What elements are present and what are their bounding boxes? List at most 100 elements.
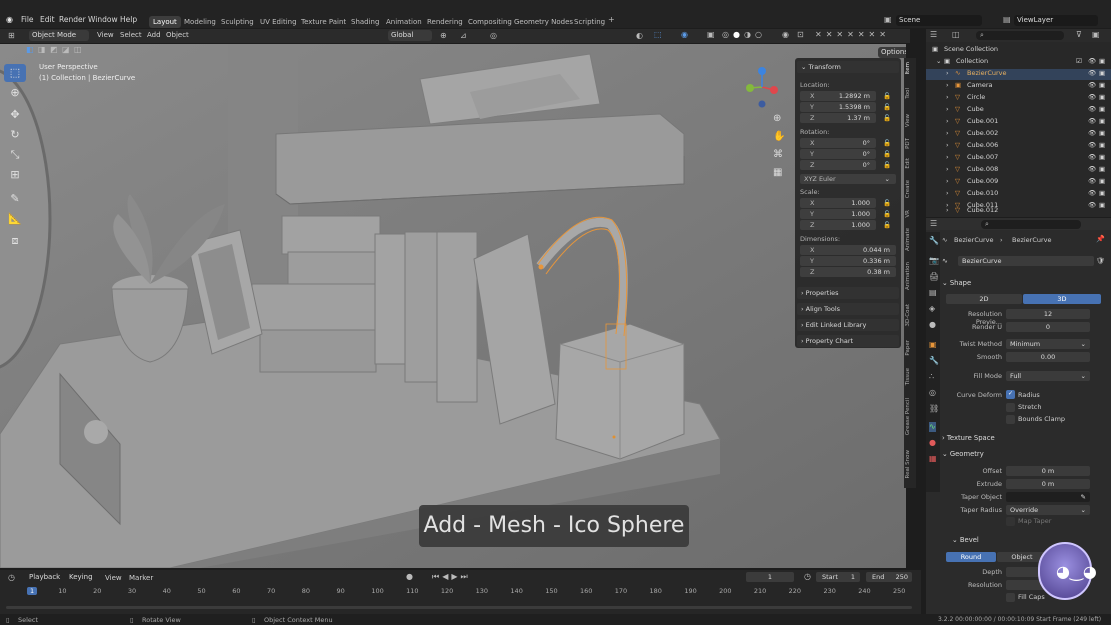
tab-tissue[interactable]: Tissue: [905, 368, 911, 385]
camera-icon[interactable]: ▣: [1099, 129, 1105, 137]
select-box-icon[interactable]: ⬚: [4, 64, 26, 82]
camera-view-icon[interactable]: ⌘: [773, 150, 783, 160]
rotation-mode-dropdown[interactable]: XYZ Euler ⌄: [800, 174, 896, 184]
outliner-item[interactable]: › ▽ Cube.006 👁 ▣: [926, 141, 1111, 152]
location-z-field[interactable]: Z 1.37 m: [800, 113, 876, 123]
preview-range-icon[interactable]: ◷: [804, 572, 811, 582]
current-frame-field[interactable]: 1: [746, 572, 794, 582]
properties-search-input[interactable]: ⌕: [981, 220, 1081, 229]
select-intersect-icon[interactable]: ◫: [74, 45, 82, 55]
render-u-field[interactable]: 0: [1006, 322, 1090, 332]
lock-icon[interactable]: 🔓: [883, 103, 891, 111]
viewlayer-selector[interactable]: ViewLayer: [1014, 15, 1098, 26]
select-new-icon[interactable]: ◧: [26, 45, 34, 55]
tab-vr[interactable]: VR: [905, 210, 911, 218]
dim-3d-button[interactable]: 3D: [1023, 294, 1101, 304]
bounds-clamp-checkbox[interactable]: [1006, 415, 1015, 424]
outliner-item[interactable]: › ▽ Cube.012: [926, 206, 1111, 217]
scale-x-field[interactable]: X 1.000: [800, 198, 876, 208]
menu-add[interactable]: Add: [147, 31, 161, 39]
dimensions-z-field[interactable]: Z 0.38 m: [800, 267, 896, 277]
overlay-toggle-icon[interactable]: ◉: [681, 30, 688, 40]
visibility-icon[interactable]: ◐: [636, 31, 643, 41]
fill-caps-checkbox[interactable]: [1006, 593, 1015, 602]
tab-paper[interactable]: Paper: [905, 340, 911, 356]
shape-panel-header[interactable]: ⌄ Shape: [942, 279, 971, 287]
fill-mode-dropdown[interactable]: Full ⌄: [1006, 371, 1090, 381]
snap-icon[interactable]: ⊿: [460, 31, 467, 41]
dim-2d-button[interactable]: 2D: [946, 294, 1022, 304]
taper-object-field[interactable]: ✎: [1006, 492, 1090, 502]
timeline-editor-icon[interactable]: ◷: [8, 573, 15, 583]
mode-selector[interactable]: Object Mode: [29, 30, 89, 41]
eye-icon[interactable]: 👁: [1088, 81, 1096, 89]
radius-checkbox[interactable]: ✓: [1006, 390, 1015, 399]
scene-collection-row[interactable]: ▣ Scene Collection: [926, 45, 1111, 56]
tab-tool[interactable]: Tool: [905, 88, 911, 99]
scene-selector[interactable]: Scene: [896, 15, 982, 26]
smooth-field[interactable]: 0.00: [1006, 352, 1090, 362]
camera-icon[interactable]: ▣: [1099, 153, 1105, 161]
orientation-selector[interactable]: Global: [388, 30, 432, 41]
tab-layout[interactable]: Layout: [149, 16, 181, 28]
select-invert-icon[interactable]: ◪: [62, 45, 70, 55]
offset-field[interactable]: 0 m: [1006, 466, 1090, 476]
tool-tab-icon[interactable]: 🔧: [929, 236, 939, 246]
curve-data-tab-icon[interactable]: ∿: [929, 422, 936, 432]
pan-hand-icon[interactable]: ✋: [773, 132, 785, 142]
lock-icon[interactable]: 🔓: [883, 221, 891, 229]
dimensions-x-field[interactable]: X 0.044 m: [800, 245, 896, 255]
options-button[interactable]: Options: [878, 47, 906, 58]
lock-icon[interactable]: 🔓: [883, 161, 891, 169]
properties-panel-header[interactable]: › Properties: [797, 287, 899, 299]
outliner-item[interactable]: › ▣ Camera 👁 ▣: [926, 81, 1111, 92]
eye-icon[interactable]: 👁: [1088, 105, 1096, 113]
scene-icon[interactable]: ▣: [884, 15, 892, 25]
taper-radius-dropdown[interactable]: Override ⌄: [1006, 505, 1090, 515]
rotation-z-field[interactable]: Z 0°: [800, 160, 876, 170]
eye-icon[interactable]: 👁: [1088, 177, 1096, 185]
eye-icon[interactable]: 👁: [1088, 93, 1096, 101]
proportional-edit-icon[interactable]: ◎: [490, 31, 497, 41]
tab-pdt[interactable]: PDT: [905, 138, 911, 149]
render-toggle-icon[interactable]: ⊡: [797, 30, 804, 40]
tab-animate[interactable]: Animate: [905, 228, 911, 251]
stretch-checkbox[interactable]: [1006, 403, 1015, 412]
tab-item[interactable]: Item: [905, 62, 911, 75]
editor-type-icon[interactable]: ⊞: [8, 31, 15, 41]
rendered-shading-icon[interactable]: ○: [755, 30, 762, 40]
tab-grease-pencil[interactable]: Grease Pencil: [905, 398, 911, 435]
menu-help[interactable]: Help: [120, 15, 137, 24]
pin-icon[interactable]: 📌: [1096, 235, 1105, 243]
record-icon[interactable]: ●: [406, 572, 413, 582]
lock-icon[interactable]: 🔓: [883, 139, 891, 147]
menu-keying[interactable]: Keying: [66, 572, 96, 583]
menu-object[interactable]: Object: [166, 31, 189, 39]
tab-sculpting[interactable]: Sculpting: [217, 16, 258, 28]
menu-playback[interactable]: Playback: [26, 572, 64, 583]
camera-icon[interactable]: ▣: [1099, 81, 1105, 89]
texture-tab-icon[interactable]: ▦: [929, 454, 937, 464]
gizmo-toggle-icon[interactable]: ⬚: [654, 30, 662, 40]
modifier-tab-icon[interactable]: 🔧: [929, 356, 939, 366]
camera-icon[interactable]: ▣: [1099, 57, 1105, 65]
eye-icon[interactable]: 👁: [1088, 117, 1096, 125]
camera-icon[interactable]: ▣: [1099, 105, 1105, 113]
tab-texture-paint[interactable]: Texture Paint: [297, 16, 350, 28]
tab-3d-coat[interactable]: 3D-Coat: [905, 304, 911, 326]
timeline-scrollbar[interactable]: [6, 606, 912, 609]
tab-edit[interactable]: Edit: [905, 158, 911, 169]
transform-panel-header[interactable]: ⌄ Transform: [797, 61, 899, 73]
navigation-gizmo[interactable]: [740, 64, 784, 110]
new-collection-icon[interactable]: ▣: [1092, 30, 1100, 40]
pivot-icon[interactable]: ⊕: [440, 31, 447, 41]
bevel-panel-header[interactable]: ⌄ Bevel: [952, 536, 979, 544]
texture-space-panel-header[interactable]: › Texture Space: [942, 434, 995, 442]
scene-tab-icon[interactable]: ◈: [929, 304, 935, 314]
map-taper-checkbox[interactable]: [1006, 517, 1015, 526]
lock-icon[interactable]: 🔓: [883, 114, 891, 122]
fake-user-icon[interactable]: 🛡: [1096, 257, 1105, 265]
camera-icon[interactable]: ▣: [1099, 93, 1105, 101]
bevel-round-button[interactable]: Round: [946, 552, 996, 562]
wireframe-shading-icon[interactable]: ◎: [722, 30, 729, 40]
